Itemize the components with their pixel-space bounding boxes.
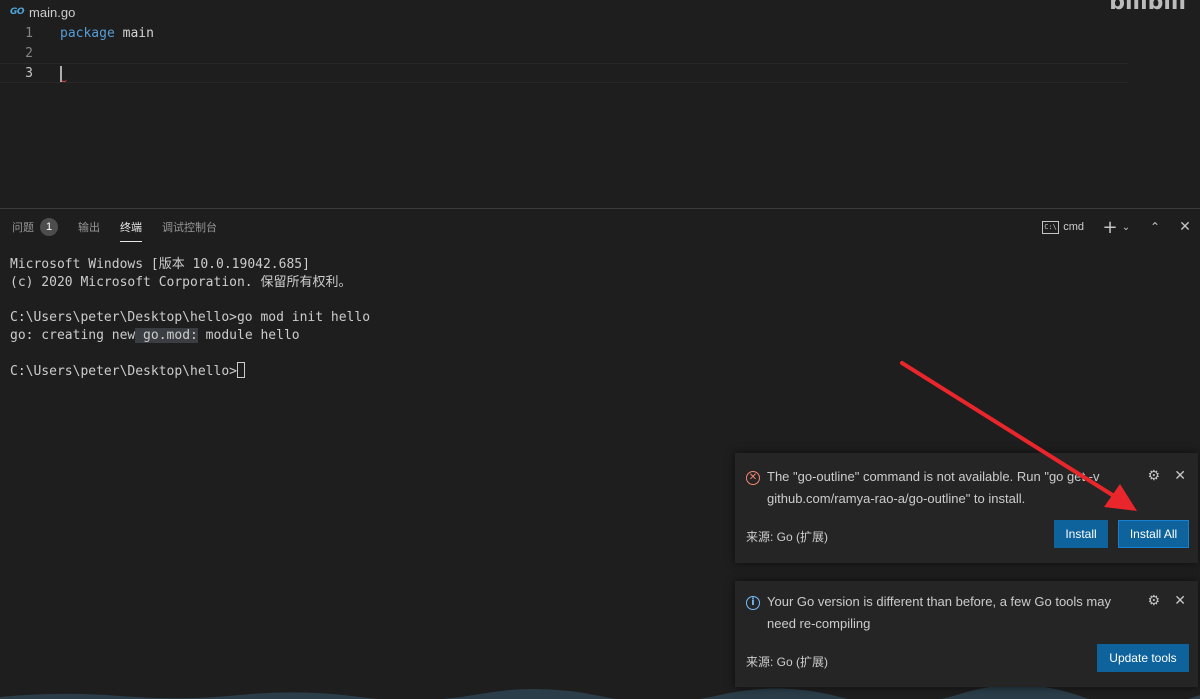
notification-go-outline: ✕ The "go-outline" command is not availa…	[735, 453, 1198, 563]
chevron-down-icon[interactable]: ⌄	[1120, 216, 1132, 238]
close-panel-icon[interactable]: ✕	[1176, 216, 1194, 238]
terminal-highlight: go.mod:	[135, 327, 198, 343]
editor-tab-label: main.go	[29, 4, 76, 20]
code-text: package main	[60, 24, 154, 44]
code-line[interactable]: 2	[0, 44, 1200, 64]
notification-source: 来源: Go (扩展)	[746, 655, 829, 669]
notification-source: 来源: Go (扩展)	[746, 530, 829, 544]
close-icon[interactable]: ✕	[1174, 468, 1186, 484]
terminal-line: (c) 2020 Microsoft Corporation. 保留所有权利。	[10, 274, 352, 290]
maximize-panel-chevron-up-icon[interactable]: ⌃	[1146, 216, 1164, 238]
new-terminal-plus-icon[interactable]: +	[1102, 216, 1118, 238]
terminal-text: module hello	[197, 327, 300, 343]
panel-tab-bar: 问题 1 输出 终端 调试控制台 C:\ cmd + ⌄ ⌃ ✕	[0, 209, 1200, 245]
gear-icon[interactable]: ⚙	[1147, 593, 1160, 609]
error-squiggle	[61, 79, 67, 82]
terminal-line: Microsoft Windows [版本 10.0.19042.685]	[10, 257, 310, 272]
notification-message: Your Go version is different than before…	[767, 594, 1111, 631]
terminal-text: go: creating new	[10, 327, 136, 343]
tab-output[interactable]: 输出	[78, 209, 100, 245]
notification-go-version: i Your Go version is different than befo…	[735, 581, 1198, 687]
tab-problems[interactable]: 问题 1	[12, 209, 58, 245]
install-all-button[interactable]: Install All	[1118, 520, 1189, 548]
bilibili-watermark: bilibili	[1109, 0, 1186, 15]
code-lines[interactable]: 1 package main 2 3	[0, 24, 1200, 83]
tab-problems-label: 问题	[12, 222, 34, 234]
panel-actions: C:\ cmd + ⌄ ⌃ ✕	[1042, 209, 1200, 245]
terminal-line: go: creating new go.mod: module hello	[10, 327, 370, 345]
terminal-line: C:\Users\peter\Desktop\hello>go mod init…	[10, 310, 371, 326]
update-tools-button[interactable]: Update tools	[1097, 644, 1189, 672]
identifier-token: main	[122, 26, 154, 41]
terminal-selector[interactable]: C:\ cmd	[1042, 220, 1084, 234]
tab-debug-console[interactable]: 调试控制台	[162, 209, 217, 245]
code-line[interactable]: 1 package main	[0, 24, 1200, 44]
problems-count-badge: 1	[40, 218, 58, 236]
close-icon[interactable]: ✕	[1174, 593, 1186, 609]
terminal-selector-label: cmd	[1063, 221, 1084, 233]
terminal-cursor	[236, 362, 245, 379]
terminal-icon: C:\	[1042, 220, 1060, 234]
terminal-prompt-line: C:\Users\peter\Desktop\hello>	[10, 362, 370, 381]
gear-icon[interactable]: ⚙	[1147, 468, 1160, 484]
terminal-prompt: C:\Users\peter\Desktop\hello>	[10, 364, 237, 380]
decorative-wave	[0, 687, 1200, 699]
tab-terminal[interactable]: 终端	[120, 209, 142, 245]
go-file-icon: GO	[10, 7, 25, 17]
tab-terminal-label: 终端	[120, 222, 142, 234]
code-line-active[interactable]: 3	[0, 63, 1128, 83]
terminal-output[interactable]: Microsoft Windows [版本 10.0.19042.685] (c)…	[10, 256, 370, 381]
tab-debug-console-label: 调试控制台	[162, 222, 217, 234]
info-circle-icon: i	[746, 596, 760, 610]
line-number: 3	[25, 66, 33, 81]
tab-output-label: 输出	[78, 222, 100, 234]
editor-area[interactable]: GO main.go bilibili 1 package main 2 3	[0, 0, 1200, 208]
install-button[interactable]: Install	[1054, 520, 1108, 548]
error-circle-icon: ✕	[746, 471, 760, 485]
keyword-token: package	[60, 26, 115, 41]
notification-message: The "go-outline" command is not availabl…	[767, 469, 1100, 506]
line-number: 2	[25, 45, 33, 61]
editor-tab-main-go[interactable]: GO main.go	[0, 0, 75, 24]
line-number: 1	[25, 26, 33, 41]
